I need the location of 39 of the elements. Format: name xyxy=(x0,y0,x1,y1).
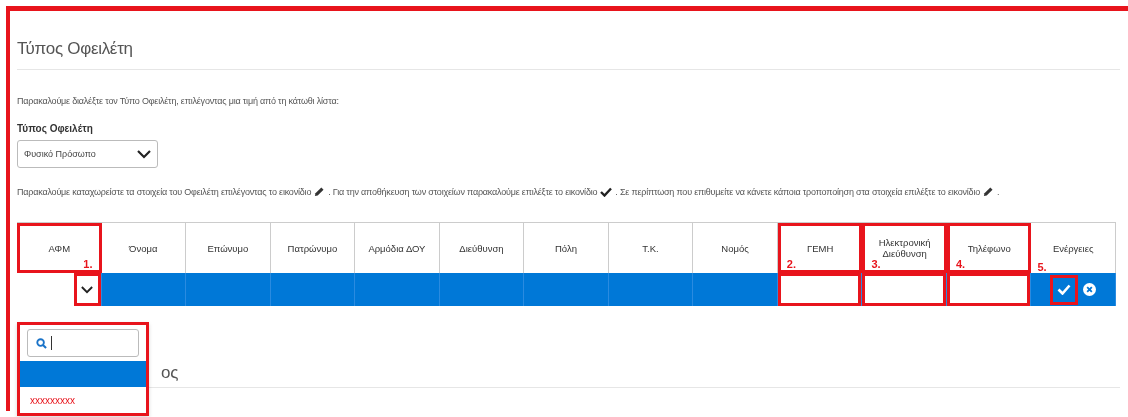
section-title: ος xyxy=(161,363,179,383)
checkmark-icon xyxy=(600,186,613,197)
save-button[interactable] xyxy=(1050,274,1079,305)
type-select[interactable]: Φυσικό Πρόσωπο xyxy=(17,140,158,168)
field-label: Τύπος Οφειλέτη xyxy=(17,123,94,134)
cancel-icon[interactable] xyxy=(1083,283,1097,296)
header-text: Επώνυμο xyxy=(207,242,249,254)
annotation-number: 4. xyxy=(955,258,966,270)
header-text: Όνομα xyxy=(129,242,158,254)
chevron-down-icon xyxy=(137,149,151,159)
header-text: Τ.Κ. xyxy=(642,242,659,254)
table-input[interactable] xyxy=(946,273,1031,306)
header-text: Νομός xyxy=(721,242,749,254)
header-text: Διεύθυνση xyxy=(459,242,504,254)
chevron-down-icon xyxy=(81,285,94,294)
instruction-text: Παρακαλούμε καταχωρείστε τα στοιχεία του Οφειλέτη επιλέγοντας το εικονίδιο . Για την αποθήκευση των στοιχείων παρακαλούμε επιλέξτε το εικονίδιο . Σε περίπτωση που επιθυμείτε να κάνετε κάποια τροποποίηση στα στοιχεία επιλέξτε το εικονίδιο . xyxy=(17,186,1001,197)
intro-text: Παρακαλούμε διαλέξτε τον Τύπο Οφειλέτη, επιλέγοντας μια τιμή από τη κάτωθι λίστα: xyxy=(17,96,340,106)
header-text: Αρμόδια ΔΟΥ xyxy=(368,242,426,254)
pencil-icon xyxy=(314,186,326,197)
annotation-number: 3. xyxy=(871,258,881,270)
annotation-number: 5. xyxy=(1037,261,1047,273)
section-title: Τύπος Οφειλέτη xyxy=(17,39,134,59)
dropdown-option[interactable]: xxxxxxxxx xyxy=(20,387,146,413)
dropdown-button[interactable] xyxy=(73,273,101,306)
annotation-number: 1. xyxy=(83,258,93,270)
pencil-icon xyxy=(983,186,995,197)
header-text: ΓΕΜΗ xyxy=(806,242,834,254)
checkmark-icon xyxy=(1057,284,1072,295)
header-text: Ενέργειες xyxy=(1052,242,1094,254)
search-field[interactable] xyxy=(27,329,139,357)
table-input[interactable] xyxy=(862,273,946,306)
header-text: Πατρώνυμο xyxy=(287,242,338,254)
header-text: Ηλεκτρονική Διεύθυνση xyxy=(877,237,932,259)
table-input[interactable] xyxy=(777,273,862,306)
header-text: Πόλη xyxy=(555,242,577,254)
search-icon xyxy=(36,337,47,349)
header-text: ΑΦΜ xyxy=(48,242,71,254)
annotation-number: 2. xyxy=(786,258,797,270)
header-text: Τηλέφωνο xyxy=(967,242,1011,254)
